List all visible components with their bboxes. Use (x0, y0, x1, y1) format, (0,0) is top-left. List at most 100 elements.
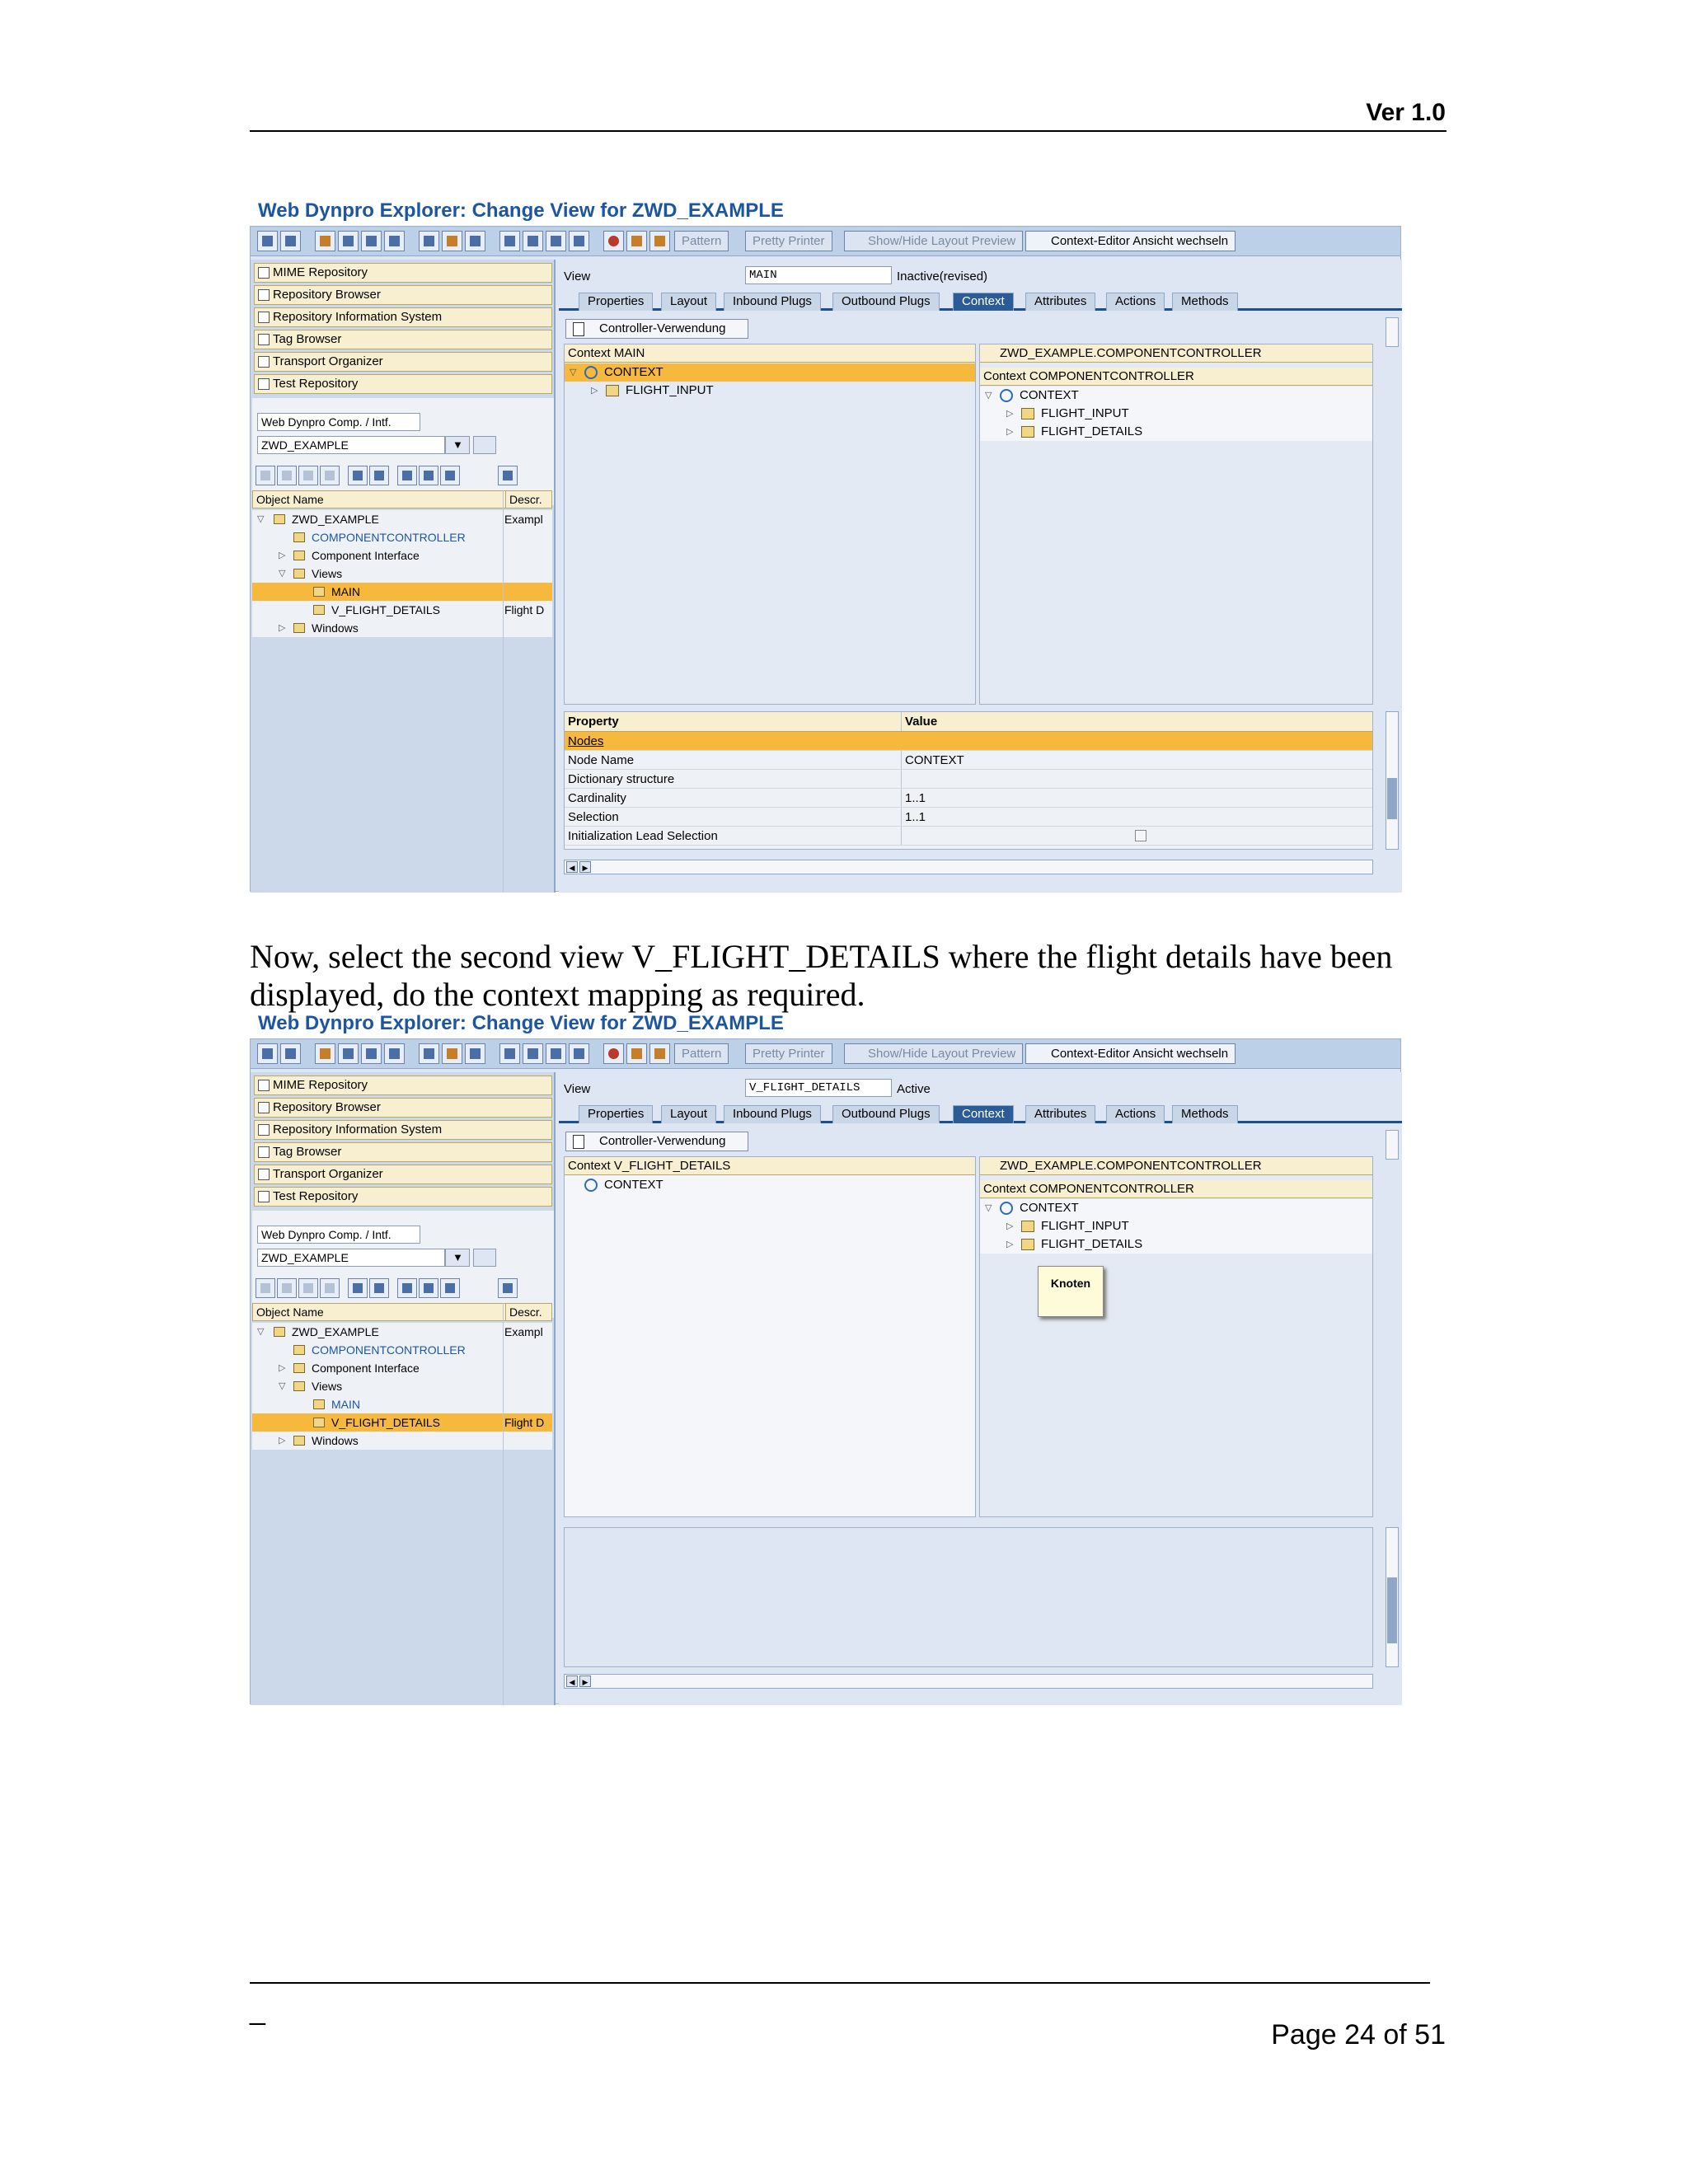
expanded-triangle-icon[interactable]: ▽ (985, 387, 992, 405)
display-object-list-icon[interactable] (499, 231, 520, 251)
collapsed-triangle-icon[interactable]: ▷ (591, 382, 598, 400)
expand-icon[interactable] (348, 1278, 368, 1298)
information-icon[interactable] (569, 231, 589, 251)
tab-layout[interactable]: Layout (661, 293, 717, 311)
refresh-icon[interactable] (440, 466, 460, 485)
object-name-input[interactable]: ZWD_EXAMPLE (257, 1249, 445, 1267)
tree-item-component-interface[interactable]: ▷ Component Interface (252, 1359, 552, 1377)
mime-repository-button[interactable]: MIME Repository (254, 263, 552, 283)
tree-item-componentcontroller[interactable]: COMPONENTCONTROLLER (252, 1341, 552, 1359)
repository-information-system-button[interactable]: Repository Information System (254, 307, 552, 327)
object-type-select[interactable]: Web Dynpro Comp. / Intf. (257, 413, 420, 431)
object-type-select[interactable]: Web Dynpro Comp. / Intf. (257, 1226, 420, 1244)
back-icon[interactable] (257, 231, 278, 251)
window-icon[interactable] (546, 1043, 566, 1064)
context-node-flight-details[interactable]: ▷ FLIGHT_DETAILS (980, 1235, 1372, 1254)
context-editor-switch-button[interactable]: Context-Editor Ansicht wechseln (1025, 1043, 1236, 1064)
tree-item-componentcontroller[interactable]: COMPONENTCONTROLLER (252, 528, 552, 546)
scroll-left-icon[interactable]: ◀ (566, 1675, 578, 1687)
transport-organizer-button[interactable]: Transport Organizer (254, 1165, 552, 1184)
test-icon[interactable] (626, 1043, 647, 1064)
context-editor-switch-button[interactable]: Context-Editor Ansicht wechseln (1025, 231, 1236, 251)
display-object-list-icon[interactable] (499, 1043, 520, 1064)
tab-inbound-plugs[interactable]: Inbound Plugs (724, 293, 821, 311)
info-icon[interactable] (442, 231, 462, 251)
prev-object-icon[interactable] (256, 1278, 275, 1298)
collapsed-triangle-icon[interactable]: ▷ (279, 1432, 285, 1450)
dropdown-arrow-icon[interactable] (445, 436, 470, 454)
expanded-triangle-icon[interactable]: ▽ (279, 565, 285, 583)
forward-icon[interactable] (280, 231, 301, 251)
tab-attributes[interactable]: Attributes (1025, 293, 1096, 311)
scroll-left-icon[interactable]: ◀ (566, 861, 578, 873)
context-node-root[interactable]: ▽ CONTEXT (980, 1199, 1372, 1217)
repository-browser-button[interactable]: Repository Browser (254, 1098, 552, 1118)
up-object-icon[interactable] (277, 466, 297, 485)
controller-usage-button[interactable]: Controller-Verwendung (565, 319, 748, 339)
tab-actions[interactable]: Actions (1106, 293, 1165, 311)
tab-properties[interactable]: Properties (579, 1105, 654, 1123)
tree-item-v-flight-details[interactable]: V_FLIGHT_DETAILS Flight D (252, 1413, 552, 1432)
context-vertical-scrollbar[interactable] (1386, 317, 1399, 347)
init-lead-selection-checkbox[interactable] (1135, 830, 1146, 841)
collapse-icon[interactable] (369, 466, 389, 485)
hierarchy-icon[interactable] (465, 231, 485, 251)
worklist-icon[interactable] (419, 1278, 438, 1298)
up-object-icon[interactable] (277, 1278, 297, 1298)
tag-browser-button[interactable]: Tag Browser (254, 330, 552, 349)
tab-methods[interactable]: Methods (1172, 1105, 1238, 1123)
refresh-icon[interactable] (440, 1278, 460, 1298)
back-icon[interactable] (257, 1043, 278, 1064)
activate-icon[interactable] (338, 231, 359, 251)
tab-context[interactable]: Context (953, 1105, 1014, 1123)
collapsed-triangle-icon[interactable]: ▷ (279, 1359, 285, 1377)
expanded-triangle-icon[interactable]: ▽ (570, 363, 576, 382)
scroll-right-icon[interactable]: ▶ (579, 1675, 591, 1687)
print-icon[interactable] (523, 231, 543, 251)
collapsed-triangle-icon[interactable]: ▷ (1006, 1235, 1013, 1254)
property-row[interactable]: Node Name CONTEXT (565, 751, 1372, 770)
tree-item-views[interactable]: ▽ Views (252, 1377, 552, 1395)
mime-repository-button[interactable]: MIME Repository (254, 1076, 552, 1095)
next-object-icon[interactable] (298, 1278, 318, 1298)
window-icon[interactable] (546, 231, 566, 251)
horizontal-scrollbar[interactable]: ◀ ▶ (564, 860, 1373, 874)
context-node-flight-input[interactable]: ▷ FLIGHT_INPUT (565, 382, 975, 400)
hierarchy-icon[interactable] (465, 1043, 485, 1064)
pretty-printer-button[interactable]: Pretty Printer (745, 1043, 832, 1064)
breakpoint-icon[interactable] (603, 1043, 624, 1064)
tree-item-component-interface[interactable]: ▷ Component Interface (252, 546, 552, 565)
tree-item-zwd-example[interactable]: ▽ ZWD_EXAMPLE Exampl (252, 1323, 552, 1341)
collapsed-triangle-icon[interactable]: ▷ (279, 619, 285, 637)
context-vertical-scrollbar[interactable] (1386, 1130, 1399, 1160)
tab-actions[interactable]: Actions (1106, 1105, 1165, 1123)
dropdown-arrow-icon[interactable] (445, 1249, 470, 1267)
tree-item-main[interactable]: MAIN (252, 1395, 552, 1413)
expanded-triangle-icon[interactable]: ▽ (257, 510, 264, 528)
tree-icon[interactable] (397, 1278, 417, 1298)
test-repository-button[interactable]: Test Repository (254, 1187, 552, 1207)
repository-browser-button[interactable]: Repository Browser (254, 285, 552, 305)
test-icon[interactable] (626, 231, 647, 251)
property-vertical-scrollbar[interactable] (1386, 1527, 1399, 1667)
tree-item-windows[interactable]: ▷ Windows (252, 1432, 552, 1450)
other-object-icon[interactable] (384, 231, 405, 251)
tree-item-main[interactable]: MAIN (252, 583, 552, 601)
expanded-triangle-icon[interactable]: ▽ (985, 1199, 992, 1217)
tab-layout[interactable]: Layout (661, 1105, 717, 1123)
tree-icon[interactable] (397, 466, 417, 485)
wizard-icon[interactable] (649, 1043, 670, 1064)
check-icon[interactable] (361, 231, 382, 251)
other-object-icon[interactable] (384, 1043, 405, 1064)
where-used-icon[interactable] (419, 1043, 439, 1064)
pretty-printer-button[interactable]: Pretty Printer (745, 231, 832, 251)
worklist-icon[interactable] (419, 466, 438, 485)
property-row[interactable]: Dictionary structure (565, 770, 1372, 789)
context-node-root[interactable]: CONTEXT (565, 1176, 975, 1194)
controller-usage-button[interactable]: Controller-Verwendung (565, 1132, 748, 1151)
view-name-field[interactable]: V_FLIGHT_DETAILS (745, 1079, 892, 1097)
property-row[interactable]: Nodes (565, 732, 1372, 751)
collapsed-triangle-icon[interactable]: ▷ (1006, 405, 1013, 423)
tab-outbound-plugs[interactable]: Outbound Plugs (832, 293, 940, 311)
info-icon[interactable] (442, 1043, 462, 1064)
